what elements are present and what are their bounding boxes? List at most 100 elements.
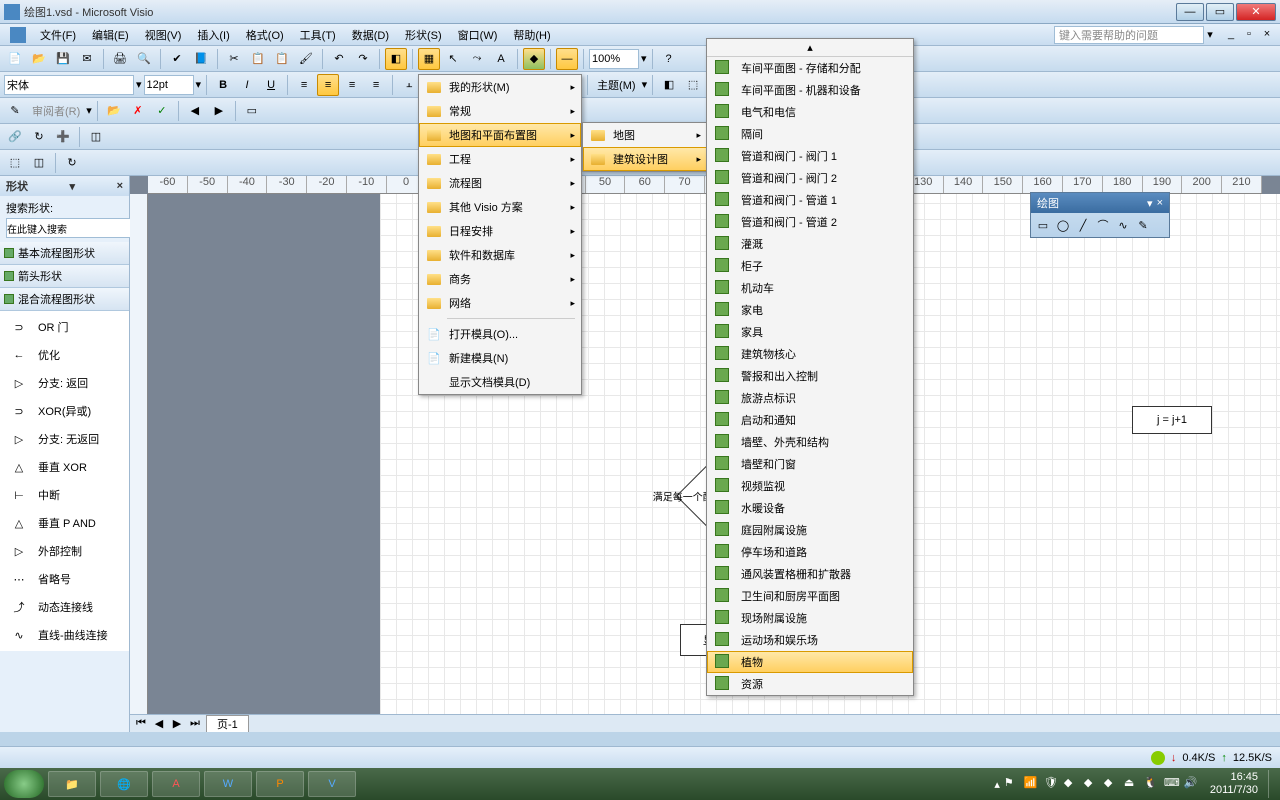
font-size-combo[interactable] [144, 75, 194, 95]
menu-格式(O)[interactable]: 格式(O) [238, 28, 292, 44]
stencil-option-植物[interactable]: 植物 [707, 651, 913, 673]
first-page-button[interactable]: ⏮ [134, 717, 148, 731]
align-top-button[interactable]: ⫠ [398, 74, 420, 96]
text-tool-button[interactable]: A [490, 48, 512, 70]
menu-item-打开模具(O)...[interactable]: 📄打开模具(O)... [419, 322, 581, 346]
tray-qq-icon[interactable]: 🐧 [1144, 776, 1160, 792]
pencil-tool[interactable]: ✎ [1134, 216, 1152, 234]
tray-update-icon[interactable]: ◆ [1064, 776, 1080, 792]
stencil-option-灌溉[interactable]: 灌溉 [707, 233, 913, 255]
page-tab-1[interactable]: 页-1 [206, 715, 249, 732]
menu-item-工程[interactable]: 工程▸ [419, 147, 581, 171]
stencil-option-建筑物核心[interactable]: 建筑物核心 [707, 343, 913, 365]
shapes-window-button[interactable]: ◧ [385, 48, 407, 70]
redo-button[interactable]: ↷ [352, 48, 374, 70]
align-left-button[interactable]: ≡ [293, 74, 315, 96]
tray-action-center-icon[interactable]: ⚑ [1004, 776, 1020, 792]
align-shapes-button[interactable]: ⬚ [4, 152, 26, 174]
stencil-option-柜子[interactable]: 柜子 [707, 255, 913, 277]
tray-show-hidden[interactable]: ▴ [994, 778, 1000, 791]
taskbar-explorer[interactable]: 📁 [48, 771, 96, 797]
copy-button[interactable]: 📋 [247, 48, 269, 70]
taskbar-ie[interactable]: 🌐 [100, 771, 148, 797]
font-name-combo[interactable] [4, 75, 134, 95]
stencil-option-车间平面图 - 机器和设备[interactable]: 车间平面图 - 机器和设备 [707, 79, 913, 101]
process-shape-3[interactable]: j = j+1 [1132, 406, 1212, 434]
stencil-option-管道和阀门 - 管道 1[interactable]: 管道和阀门 - 管道 1 [707, 189, 913, 211]
email-button[interactable]: ✉ [76, 48, 98, 70]
shape-分支: 返回[interactable]: ▷分支: 返回 [0, 369, 129, 397]
menu-item-显示文档模具(D)[interactable]: 显示文档模具(D) [419, 370, 581, 394]
shape-XOR(异或)[interactable]: ⊃XOR(异或) [0, 397, 129, 425]
maximize-button[interactable]: ▭ [1206, 3, 1234, 21]
print-preview-button[interactable]: 🔍 [133, 48, 155, 70]
zoom-dropdown[interactable]: ▾ [641, 52, 647, 65]
stencil-option-资源[interactable]: 资源 [707, 673, 913, 695]
menu-scroll-up[interactable]: ▴ [707, 39, 913, 57]
submenu-建筑设计图[interactable]: 建筑设计图▸ [583, 147, 707, 171]
menu-item-新建模具(N)[interactable]: 📄新建模具(N) [419, 346, 581, 370]
stencil-option-家具[interactable]: 家具 [707, 321, 913, 343]
ellipse-tool[interactable]: ◯ [1054, 216, 1072, 234]
menu-文件(F)[interactable]: 文件(F) [32, 28, 84, 44]
taskbar-word[interactable]: W [204, 771, 252, 797]
menu-工具(T)[interactable]: 工具(T) [292, 28, 344, 44]
taskbar-visio[interactable]: V [308, 771, 356, 797]
stencil-option-电气和电信[interactable]: 电气和电信 [707, 101, 913, 123]
theme-dropdown[interactable]: ▾ [642, 78, 648, 91]
taskbar-powerpoint[interactable]: P [256, 771, 304, 797]
show-markup-button[interactable]: 📂 [103, 100, 125, 122]
tray-network-icon[interactable]: 📶 [1024, 776, 1040, 792]
menu-编辑(E)[interactable]: 编辑(E) [84, 28, 137, 44]
doc-close[interactable]: × [1259, 28, 1275, 42]
minimize-button[interactable]: — [1176, 3, 1204, 21]
tray-app1-icon[interactable]: ◆ [1084, 776, 1100, 792]
start-button[interactable] [4, 770, 44, 798]
stencil-option-管道和阀门 - 阀门 1[interactable]: 管道和阀门 - 阀门 1 [707, 145, 913, 167]
show-desktop-button[interactable] [1268, 770, 1276, 798]
stencil-option-卫生间和厨房平面图[interactable]: 卫生间和厨房平面图 [707, 585, 913, 607]
stencil-option-停车场和道路[interactable]: 停车场和道路 [707, 541, 913, 563]
shapes-search-input[interactable] [6, 218, 140, 238]
prev-comment-button[interactable]: ◀ [184, 100, 206, 122]
stencil-option-现场附属设施[interactable]: 现场附属设施 [707, 607, 913, 629]
pointer-tool-button[interactable]: ↖ [442, 48, 464, 70]
insert-button[interactable]: ➕ [52, 126, 74, 148]
stencil-混合流程图形状[interactable]: 混合流程图形状 [0, 288, 129, 311]
stencil-option-启动和通知[interactable]: 启动和通知 [707, 409, 913, 431]
drawing-toolbox-dropdown[interactable]: ▾ [1147, 197, 1153, 210]
theme-effects-button[interactable]: ⬚ [682, 74, 704, 96]
menu-插入(I)[interactable]: 插入(I) [189, 28, 237, 44]
format-painter-button[interactable]: 🖌 [295, 48, 317, 70]
reject-button[interactable]: ✗ [127, 100, 149, 122]
stencil-option-通风装置格栅和扩散器[interactable]: 通风装置格栅和扩散器 [707, 563, 913, 585]
italic-button[interactable]: I [236, 74, 258, 96]
help-dropdown[interactable]: ▾ [1204, 28, 1216, 41]
underline-button[interactable]: U [260, 74, 282, 96]
stencil-基本流程图形状[interactable]: 基本流程图形状 [0, 242, 129, 265]
stencils-button[interactable]: ▦ [418, 48, 440, 70]
paste-button[interactable]: 📋 [271, 48, 293, 70]
stencil-option-庭园附属设施[interactable]: 庭园附属设施 [707, 519, 913, 541]
menu-item-日程安排[interactable]: 日程安排▸ [419, 219, 581, 243]
shape-分支: 无返回[interactable]: ▷分支: 无返回 [0, 425, 129, 453]
shape-优化[interactable]: ←优化 [0, 341, 129, 369]
help-search-input[interactable] [1054, 26, 1204, 44]
tray-app2-icon[interactable]: ◆ [1104, 776, 1120, 792]
stencil-option-墙壁、外壳和结构[interactable]: 墙壁、外壳和结构 [707, 431, 913, 453]
shape-垂直 P AND[interactable]: △垂直 P AND [0, 509, 129, 537]
help-button[interactable]: ? [658, 48, 680, 70]
rotate-button[interactable]: ↻ [61, 152, 83, 174]
shape-垂直 XOR[interactable]: △垂直 XOR [0, 453, 129, 481]
last-page-button[interactable]: ⏭ [188, 717, 202, 731]
spelling-button[interactable]: ✔ [166, 48, 188, 70]
next-comment-button[interactable]: ▶ [208, 100, 230, 122]
shapes-panel-close[interactable]: × [117, 180, 123, 192]
prev-page-button[interactable]: ◀ [152, 717, 166, 731]
link-data-button[interactable]: 🔗 [4, 126, 26, 148]
refresh-button[interactable]: ↻ [28, 126, 50, 148]
tray-input-icon[interactable]: ⌨ [1164, 776, 1180, 792]
tray-volume-icon[interactable]: 🔊 [1184, 776, 1200, 792]
drawing-toolbox[interactable]: 绘图 ▾ × ▭ ◯ ╱ ⌒ ∿ ✎ [1030, 192, 1170, 238]
save-button[interactable]: 💾 [52, 48, 74, 70]
